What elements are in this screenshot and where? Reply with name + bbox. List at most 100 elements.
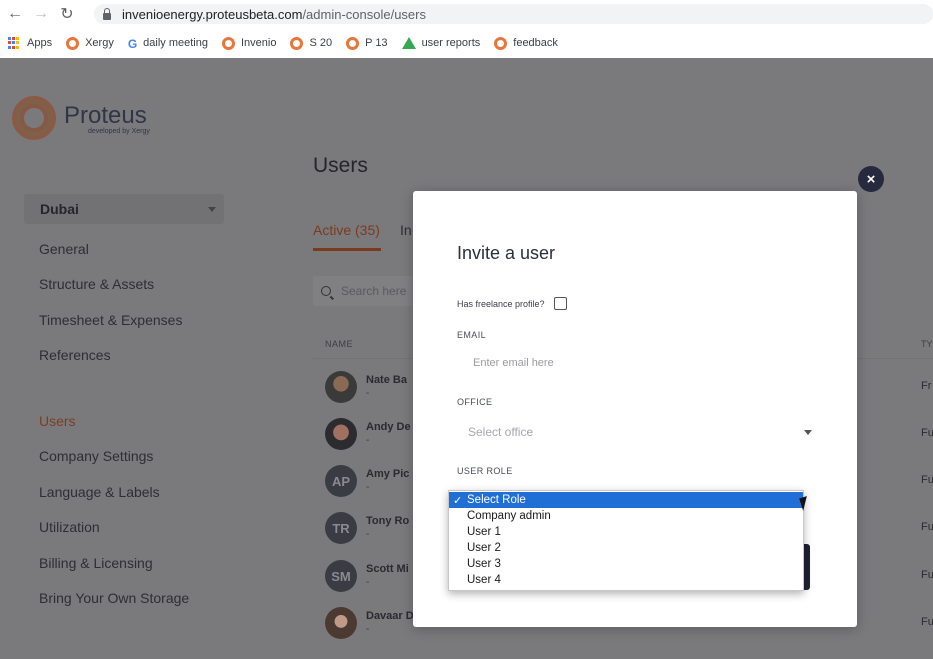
tab-active-users[interactable]: Active (35) <box>313 222 380 238</box>
bookmark-label: user reports <box>421 37 481 49</box>
table-row[interactable]: Nate Ba - <box>325 371 425 405</box>
bookmark-label: Invenio <box>241 37 277 49</box>
proteus-logo-icon <box>346 36 360 50</box>
checkmark-icon: ✓ <box>453 494 463 507</box>
bookmark-label: S 20 <box>309 37 333 49</box>
user-role-label: USER ROLE <box>457 466 513 476</box>
sidebar-item-language-labels[interactable]: Language & Labels <box>39 484 160 500</box>
google-icon: G <box>127 36 138 51</box>
bookmark-label: Apps <box>27 37 53 49</box>
sidebar-item-structure-assets[interactable]: Structure & Assets <box>39 276 154 292</box>
role-option-label: Select Role <box>467 494 526 506</box>
proteus-mark-icon <box>12 96 56 140</box>
table-row[interactable]: SM Scott Mi - <box>325 560 425 594</box>
sidebar-item-company-settings[interactable]: Company Settings <box>39 448 153 464</box>
browser-chrome: ← → ↻ invenioenergy.proteusbeta.com/admi… <box>0 0 933 58</box>
role-option-user-2[interactable]: User 2 <box>449 540 803 556</box>
sidebar-item-timesheet-expenses[interactable]: Timesheet & Expenses <box>39 312 182 328</box>
column-header-name[interactable]: NAME <box>325 339 353 349</box>
close-icon[interactable]: × <box>858 166 884 192</box>
url-path: /admin-console/users <box>302 6 426 22</box>
user-name: Andy De <box>366 421 411 433</box>
chevron-down-icon <box>804 430 812 435</box>
user-type: Fr <box>921 380 932 392</box>
sidebar-item-references[interactable]: References <box>39 347 111 363</box>
bookmark-daily-meeting[interactable]: G daily meeting <box>127 36 208 51</box>
url-bar-row: ← → ↻ invenioenergy.proteusbeta.com/admi… <box>0 0 933 28</box>
proteus-logo-icon <box>222 36 235 50</box>
role-option-user-3[interactable]: User 3 <box>449 556 803 572</box>
forward-arrow-icon[interactable]: → <box>30 3 52 25</box>
bookmark-invenio[interactable]: Invenio <box>222 36 277 50</box>
role-option-user-4[interactable]: User 4 <box>449 572 803 588</box>
table-row[interactable]: Davaar D - <box>325 607 425 641</box>
bookmark-user-reports[interactable]: user reports <box>401 37 481 49</box>
avatar <box>325 371 357 403</box>
proteus-logo-icon <box>494 36 508 50</box>
bookmark-s20[interactable]: S 20 <box>290 36 333 50</box>
bookmark-label: daily meeting <box>143 37 208 49</box>
chevron-down-icon <box>208 207 216 212</box>
user-type: Fu <box>921 427 933 439</box>
email-field[interactable] <box>457 345 825 381</box>
lock-icon <box>102 8 112 20</box>
reload-icon[interactable]: ↻ <box>56 3 78 25</box>
user-type: Fu <box>921 474 933 486</box>
role-option-user-1[interactable]: User 1 <box>449 524 803 540</box>
google-drive-icon <box>401 37 416 49</box>
user-name: Tony Ro <box>366 515 410 527</box>
bookmark-apps[interactable]: Apps <box>8 36 53 50</box>
back-arrow-icon[interactable]: ← <box>4 3 26 25</box>
office-label: OFFICE <box>457 397 493 407</box>
bookmark-p13[interactable]: P 13 <box>346 36 388 50</box>
invite-submit-button[interactable] <box>804 544 810 590</box>
avatar <box>325 418 357 450</box>
sidebar-item-utilization[interactable]: Utilization <box>39 519 100 535</box>
modal-title: Invite a user <box>457 243 556 263</box>
column-header-type[interactable]: TY <box>921 339 933 349</box>
search-placeholder: Search here <box>341 284 407 298</box>
table-row[interactable]: TR Tony Ro - <box>325 512 425 546</box>
bookmark-label: feedback <box>513 37 558 49</box>
bookmark-xergy[interactable]: Xergy <box>66 36 114 50</box>
proteus-logo-icon <box>290 36 304 50</box>
bookmarks-bar: Apps Xergy G daily meeting Invenio S 20 … <box>0 31 564 55</box>
user-type: Fu <box>921 521 933 533</box>
table-row[interactable]: Andy De - <box>325 418 425 452</box>
sidebar-item-byo-storage[interactable]: Bring Your Own Storage <box>39 590 189 606</box>
sidebar-item-billing-licensing[interactable]: Billing & Licensing <box>39 555 153 571</box>
logo-name: Proteus <box>64 101 147 129</box>
user-name: Nate Ba <box>366 374 407 386</box>
user-name: Scott Mi <box>366 563 409 575</box>
bookmark-feedback[interactable]: feedback <box>494 36 558 50</box>
user-name: Amy Pic <box>366 468 410 480</box>
user-subtitle: - <box>366 482 370 493</box>
user-search[interactable]: Search here <box>313 276 413 306</box>
office-select[interactable]: Select office <box>457 415 812 449</box>
email-label: EMAIL <box>457 330 487 340</box>
user-type: Fu <box>921 569 933 581</box>
table-row[interactable]: AP Amy Pic - <box>325 465 425 499</box>
page-title: Users <box>313 154 368 177</box>
role-option-select-role[interactable]: ✓ Select Role <box>449 492 803 508</box>
role-option-company-admin[interactable]: Company admin <box>449 508 803 524</box>
bookmark-label: P 13 <box>365 37 388 49</box>
address-bar[interactable]: invenioenergy.proteusbeta.com/admin-cons… <box>94 4 933 24</box>
office-switcher[interactable]: Dubai <box>24 194 224 224</box>
user-subtitle: - <box>366 577 370 588</box>
avatar: TR <box>325 512 357 544</box>
user-subtitle: - <box>366 529 370 540</box>
search-icon <box>321 286 331 296</box>
office-name: Dubai <box>40 201 79 217</box>
user-subtitle: - <box>366 435 370 446</box>
tab-inactive-users[interactable]: In <box>400 222 412 238</box>
user-name: Davaar D <box>366 610 414 622</box>
user-subtitle: - <box>366 624 370 635</box>
user-role-dropdown[interactable]: ✓ Select Role Company admin User 1 User … <box>448 490 804 591</box>
freelance-label: Has freelance profile? <box>457 298 545 309</box>
freelance-row: Has freelance profile? <box>457 297 567 310</box>
avatar: SM <box>325 560 357 592</box>
sidebar-item-general[interactable]: General <box>39 241 89 257</box>
sidebar-item-users[interactable]: Users <box>39 413 76 429</box>
freelance-checkbox[interactable] <box>553 297 567 310</box>
